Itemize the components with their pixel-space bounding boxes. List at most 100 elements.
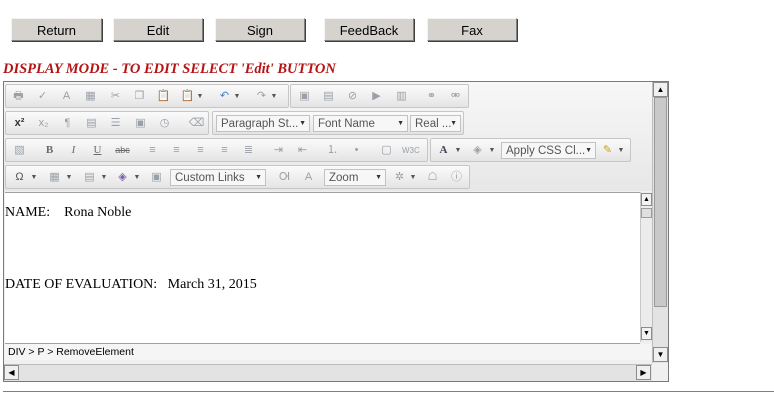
outdent-icon[interactable]: ⇤ — [294, 142, 311, 159]
text-replace-icon[interactable]: A — [300, 169, 317, 186]
paragraph-style-dropdown[interactable]: Paragraph St... ▼ — [216, 115, 310, 132]
sign-button[interactable]: Sign — [215, 18, 305, 41]
link-manager-icon[interactable]: ⚭ — [423, 88, 440, 105]
unlink-icon[interactable]: ⚮ — [447, 88, 464, 105]
paste-icon[interactable]: 📋 — [155, 88, 172, 105]
feedback-button[interactable]: FeedBack — [324, 18, 414, 41]
bold-icon[interactable]: B — [41, 142, 58, 159]
page-properties-icon[interactable]: ☖ — [424, 169, 441, 186]
edit-button[interactable]: Edit — [113, 18, 203, 41]
insert-table-icon[interactable]: ▦ — [46, 169, 63, 186]
name-line: NAME: Rona Noble — [5, 205, 132, 220]
scroll-up-icon[interactable]: ▲ — [653, 82, 668, 97]
scroll-right-icon[interactable]: ▶ — [636, 365, 651, 380]
chevron-down-icon[interactable]: ▼ — [233, 88, 241, 105]
chevron-down-icon[interactable]: ▼ — [133, 169, 141, 186]
zoom-value: Zoom — [329, 172, 359, 184]
font-size-value: Real ... — [415, 118, 452, 130]
align-center-icon[interactable]: ≡ — [168, 142, 185, 159]
spellcheck-icon[interactable]: ✓ — [34, 88, 51, 105]
outer-vertical-scrollbar[interactable]: ▲ ▼ — [652, 82, 668, 363]
outer-scroll-thumb[interactable] — [654, 97, 667, 307]
copy-icon[interactable]: ❐ — [131, 88, 148, 105]
undo-icon[interactable]: ↶ — [216, 88, 233, 105]
format-brush-icon[interactable]: ✎ — [599, 142, 616, 159]
cut-icon[interactable]: ✂ — [107, 88, 124, 105]
snippet-icon[interactable]: ◈ — [114, 169, 131, 186]
toggle-borders-icon[interactable]: ▧ — [11, 142, 28, 159]
document-manager-icon[interactable]: ▤ — [320, 88, 337, 105]
editor-toolbar: 🖶 ✓ A ▦ ✂ ❐ 📋 📋 ▼ ↶ ▼ ↷ ▼ ▣ ▤ ⊘ ▶ ▥ ⚭ ⚮ … — [4, 82, 652, 191]
indent-icon[interactable]: ⇥ — [270, 142, 287, 159]
paragraph-mark-icon[interactable]: ¶ — [59, 115, 76, 132]
scroll-down-icon[interactable]: ▼ — [653, 347, 668, 362]
return-button[interactable]: Return — [11, 18, 102, 41]
chevron-down-icon[interactable]: ▼ — [270, 88, 278, 105]
insert-symbol-icon[interactable]: ▤ — [81, 169, 98, 186]
align-left-icon[interactable]: ≡ — [144, 142, 161, 159]
back-color-icon[interactable]: ◈ — [469, 142, 486, 159]
rich-text-editor: 🖶 ✓ A ▦ ✂ ❐ 📋 📋 ▼ ↶ ▼ ↷ ▼ ▣ ▤ ⊘ ▶ ▥ ⚭ ⚮ … — [3, 81, 669, 382]
xhtml-validator-icon[interactable]: ▢ — [378, 142, 395, 159]
chevron-down-icon[interactable]: ▼ — [65, 169, 73, 186]
chevron-down-icon[interactable]: ▼ — [196, 88, 204, 105]
fore-color-icon[interactable]: A — [435, 142, 452, 159]
chevron-down-icon[interactable]: ▼ — [30, 169, 38, 186]
align-right-icon[interactable]: ≡ — [192, 142, 209, 159]
superscript-icon[interactable]: x² — [11, 115, 28, 132]
about-icon[interactable]: ⓘ — [448, 169, 465, 186]
chevron-down-icon: ▼ — [255, 174, 262, 181]
underline-icon[interactable]: U — [89, 142, 106, 159]
toolbar-row-1: 🖶 ✓ A ▦ ✂ ❐ 📋 📋 ▼ ↶ ▼ ↷ ▼ ▣ ▤ ⊘ ▶ ▥ ⚭ ⚮ — [4, 83, 652, 108]
subscript-icon[interactable]: x₂ — [35, 115, 52, 132]
zoom-dropdown[interactable]: Zoom ▼ — [324, 169, 386, 186]
custom-links-value: Custom Links — [175, 172, 245, 184]
numbered-list-icon[interactable]: ⒈ — [324, 142, 341, 159]
format-stripper-icon[interactable]: ⌫ — [188, 115, 205, 132]
module-manager-icon[interactable]: ✲ — [391, 169, 408, 186]
fax-button[interactable]: Fax — [427, 18, 517, 41]
omega-icon[interactable]: Ω — [11, 169, 28, 186]
content-vertical-scrollbar[interactable]: ▲ ▼ — [640, 192, 652, 342]
paste-options-icon[interactable]: 📋 — [179, 88, 196, 105]
remove-alignment-icon[interactable]: ≣ — [240, 142, 257, 159]
insert-date-icon[interactable]: ◷ — [156, 115, 173, 132]
print-icon[interactable]: 🖶 — [10, 88, 27, 105]
chevron-down-icon[interactable]: ▼ — [617, 142, 625, 159]
redo-icon[interactable]: ↷ — [253, 88, 270, 105]
insert-form-icon[interactable]: ▣ — [132, 115, 149, 132]
toolbar-row-3: ▧ B I U abc ≡ ≡ ≡ ≡ ≣ ⇥ ⇤ ⒈ • ▢ W3C A ▼ … — [4, 137, 652, 162]
content-scroll-thumb[interactable] — [641, 208, 652, 218]
find-icon[interactable]: A — [58, 88, 75, 105]
image-manager-icon[interactable]: ▣ — [296, 88, 313, 105]
editor-content-area[interactable]: NAME: Rona Noble DATE OF EVALUATION: Mar… — [5, 192, 640, 344]
chevron-down-icon: ▼ — [450, 120, 457, 127]
image-map-icon[interactable]: ▣ — [148, 169, 165, 186]
spelling-icon[interactable]: Ꮊ — [276, 169, 293, 186]
bulleted-list-icon[interactable]: • — [348, 142, 365, 159]
horizontal-divider — [3, 391, 774, 392]
justify-icon[interactable]: ≡ — [216, 142, 233, 159]
font-name-dropdown[interactable]: Font Name ▼ — [313, 115, 408, 132]
custom-links-dropdown[interactable]: Custom Links ▼ — [170, 169, 266, 186]
toolbar-group-text: ▧ B I U abc ≡ ≡ ≡ ≡ ≣ ⇥ ⇤ ⒈ • ▢ W3C — [5, 138, 428, 162]
scroll-down-icon[interactable]: ▼ — [641, 327, 652, 340]
chevron-down-icon[interactable]: ▼ — [454, 142, 462, 159]
paste-plain-text-icon[interactable]: ▤ — [83, 115, 100, 132]
italic-icon[interactable]: I — [65, 142, 82, 159]
scroll-up-icon[interactable]: ▲ — [641, 193, 652, 206]
scroll-left-icon[interactable]: ◀ — [4, 365, 19, 380]
outer-horizontal-scrollbar[interactable]: ◀ ▶ — [4, 364, 652, 381]
w3c-icon[interactable]: W3C — [402, 142, 420, 159]
format-block-icon[interactable]: ☰ — [107, 115, 124, 132]
flash-manager-icon[interactable]: ⊘ — [344, 88, 361, 105]
chevron-down-icon[interactable]: ▼ — [488, 142, 496, 159]
template-manager-icon[interactable]: ▥ — [393, 88, 410, 105]
strikethrough-icon[interactable]: abc — [114, 142, 131, 159]
apply-css-class-dropdown[interactable]: Apply CSS Cl... ▼ — [501, 142, 596, 159]
font-size-dropdown[interactable]: Real ... ▼ — [410, 115, 461, 132]
chevron-down-icon[interactable]: ▼ — [409, 169, 417, 186]
media-manager-icon[interactable]: ▶ — [368, 88, 385, 105]
chevron-down-icon[interactable]: ▼ — [100, 169, 108, 186]
select-all-icon[interactable]: ▦ — [82, 88, 99, 105]
